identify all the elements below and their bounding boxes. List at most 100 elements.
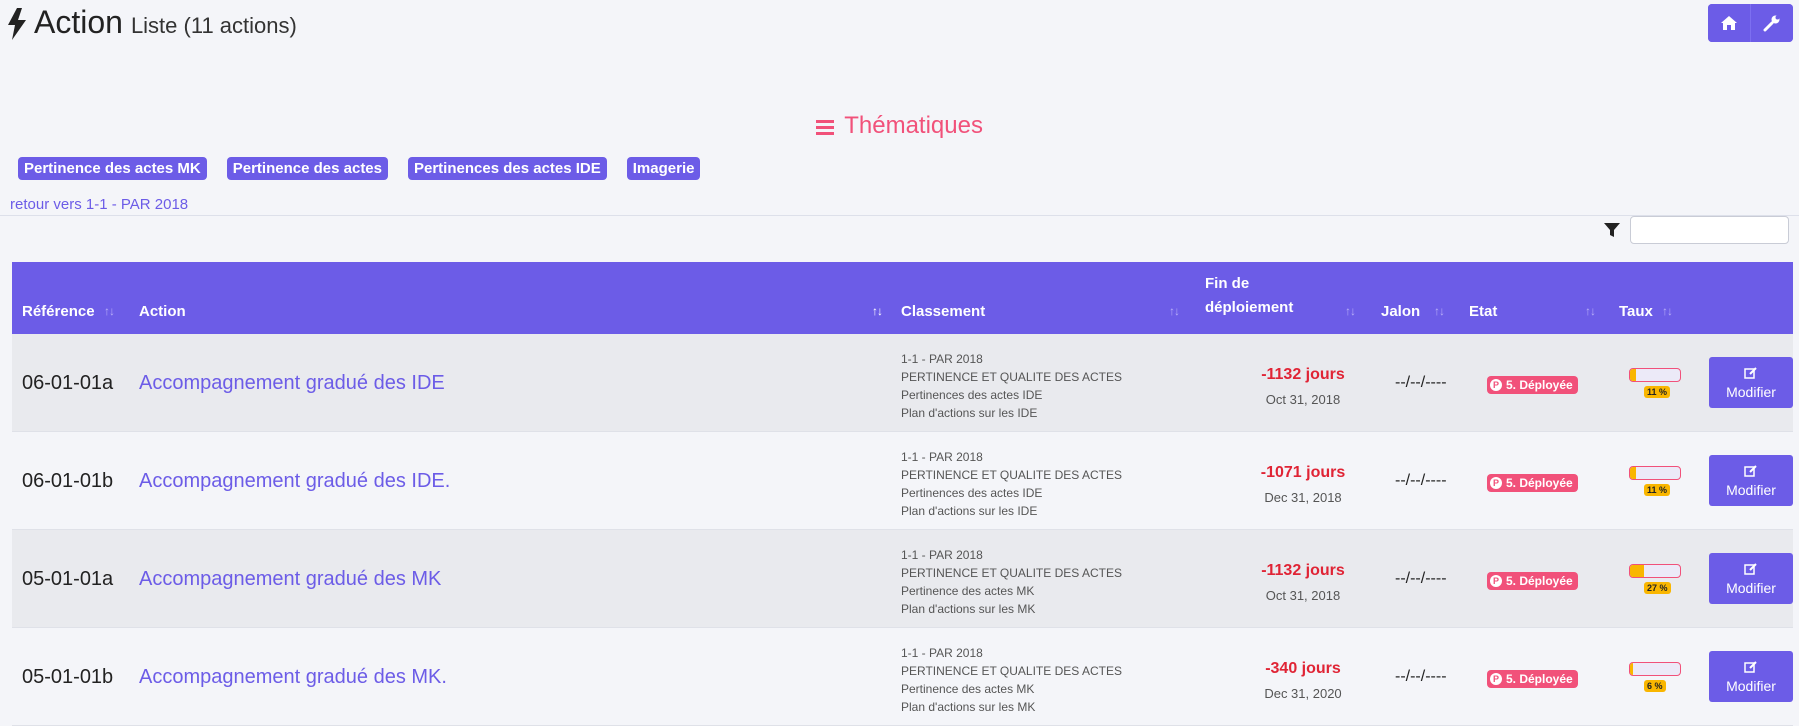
edit-icon: [1744, 464, 1757, 477]
home-icon: [1721, 16, 1737, 30]
edit-label: Modifier: [1726, 579, 1776, 596]
status-label: 5. Déployée: [1506, 672, 1573, 686]
row-reference: 05-01-01a: [22, 568, 114, 590]
table-row: 06-01-01a Accompagnement gradué des IDE …: [12, 334, 1793, 432]
row-reference: 05-01-01b: [22, 666, 114, 688]
edit-icon: [1744, 366, 1757, 379]
edit-button[interactable]: Modifier: [1709, 357, 1793, 408]
page-title: Action: [34, 4, 123, 40]
col-reference[interactable]: Référence: [22, 303, 95, 320]
status-badge: P 5. Déployée: [1487, 670, 1578, 688]
edit-button[interactable]: Modifier: [1709, 455, 1793, 506]
tag-pertinence-actes[interactable]: Pertinence des actes: [226, 157, 388, 180]
classement-line: PERTINENCE ET QUALITE DES ACTES: [901, 566, 1122, 580]
row-end-date: Oct 31, 2018: [1265, 392, 1341, 407]
home-button[interactable]: [1708, 4, 1750, 42]
page-subtitle: Liste (11 actions): [130, 13, 297, 38]
row-classement: 1-1 - PAR 2018 PERTINENCE ET QUALITE DES…: [901, 546, 1122, 618]
settings-button[interactable]: [1750, 4, 1793, 42]
top-toolbar: [1708, 4, 1793, 42]
status-icon: P: [1490, 379, 1502, 391]
status-icon: P: [1490, 673, 1502, 685]
status-badge: P 5. Déployée: [1487, 376, 1578, 394]
status-icon: P: [1490, 575, 1502, 587]
table-row: 05-01-01a Accompagnement gradué des MK 1…: [12, 530, 1793, 628]
classement-line: Pertinence des actes MK: [901, 682, 1035, 696]
status-badge: P 5. Déployée: [1487, 474, 1578, 492]
table-row: 06-01-01b Accompagnement gradué des IDE.…: [12, 432, 1793, 530]
progress-label: 6 %: [1644, 680, 1666, 692]
edit-icon: [1744, 562, 1757, 575]
col-taux[interactable]: Taux: [1619, 303, 1653, 320]
row-days-remaining: -340 jours: [1265, 660, 1341, 677]
row-end-date: Oct 31, 2018: [1265, 588, 1341, 603]
tag-imagerie[interactable]: Imagerie: [626, 157, 701, 180]
edit-label: Modifier: [1726, 481, 1776, 498]
table-header: Référence ↑↓ Action ↑↓ Classement ↑↓ Fin…: [12, 262, 1793, 334]
edit-button[interactable]: Modifier: [1709, 651, 1793, 702]
tag-pertinence-actes-mk[interactable]: Pertinence des actes MK: [18, 157, 207, 180]
row-jalon: --/--/----: [1395, 472, 1447, 489]
sort-icon[interactable]: ↑↓: [1345, 304, 1356, 318]
progress-fill: [1630, 467, 1636, 479]
filter-icon: [1604, 223, 1620, 237]
classement-line: 1-1 - PAR 2018: [901, 450, 983, 464]
status-label: 5. Déployée: [1506, 476, 1573, 490]
classement-line: Plan d'actions sur les IDE: [901, 406, 1038, 420]
row-action-link[interactable]: Accompagnement gradué des MK: [139, 568, 441, 591]
row-reference: 06-01-01a: [22, 372, 114, 394]
row-classement: 1-1 - PAR 2018 PERTINENCE ET QUALITE DES…: [901, 448, 1122, 520]
thematiques-title: Thématiques: [844, 112, 983, 139]
progress-bar: [1629, 564, 1681, 578]
sort-icon[interactable]: ↑↓: [104, 304, 115, 318]
row-action-link[interactable]: Accompagnement gradué des MK.: [139, 666, 447, 689]
sort-icon[interactable]: ↑↓: [1585, 304, 1596, 318]
actions-table: Référence ↑↓ Action ↑↓ Classement ↑↓ Fin…: [12, 262, 1793, 726]
progress-fill: [1630, 565, 1644, 577]
classement-line: 1-1 - PAR 2018: [901, 646, 983, 660]
row-action-link[interactable]: Accompagnement gradué des IDE: [139, 372, 445, 395]
wrench-icon: [1763, 15, 1780, 32]
row-end-date: Dec 31, 2018: [1264, 490, 1342, 505]
col-fin-deploiement[interactable]: Fin de déploiement: [1205, 272, 1293, 320]
thematiques-heading: Thématiques: [0, 112, 1799, 140]
col-jalon[interactable]: Jalon: [1381, 303, 1420, 320]
row-action-link[interactable]: Accompagnement gradué des IDE.: [139, 470, 450, 493]
sort-icon[interactable]: ↑↓: [1662, 304, 1673, 318]
sort-asc-icon[interactable]: ↑↓: [872, 304, 883, 318]
row-days-remaining: -1132 jours: [1261, 366, 1345, 383]
edit-icon: [1744, 660, 1757, 673]
sort-icon[interactable]: ↑↓: [1169, 304, 1180, 318]
col-fin-line2: déploiement: [1205, 299, 1294, 316]
back-link[interactable]: retour vers 1-1 - PAR 2018: [10, 196, 188, 213]
row-classement: 1-1 - PAR 2018 PERTINENCE ET QUALITE DES…: [901, 350, 1122, 422]
classement-line: Plan d'actions sur les MK: [901, 700, 1036, 714]
table-row: 05-01-01b Accompagnement gradué des MK. …: [12, 628, 1793, 726]
edit-button[interactable]: Modifier: [1709, 553, 1793, 604]
search-input[interactable]: [1630, 216, 1789, 244]
divider: [0, 215, 1799, 216]
progress-bar: [1629, 368, 1681, 382]
col-etat[interactable]: Etat: [1469, 303, 1497, 320]
tag-pertinences-actes-ide[interactable]: Pertinences des actes IDE: [408, 157, 607, 180]
progress-label: 11 %: [1644, 386, 1671, 398]
classement-line: Pertinence des actes MK: [901, 584, 1035, 598]
page-header: Action Liste (11 actions): [8, 4, 297, 44]
row-jalon: --/--/----: [1395, 374, 1447, 391]
classement-line: Plan d'actions sur les MK: [901, 602, 1036, 616]
list-icon: [816, 119, 834, 135]
edit-label: Modifier: [1726, 677, 1776, 694]
bolt-icon: [8, 8, 26, 40]
classement-line: 1-1 - PAR 2018: [901, 352, 983, 366]
col-action[interactable]: Action: [139, 303, 186, 320]
progress-fill: [1630, 369, 1636, 381]
status-label: 5. Déployée: [1506, 574, 1573, 588]
row-reference: 06-01-01b: [22, 470, 114, 492]
row-classement: 1-1 - PAR 2018 PERTINENCE ET QUALITE DES…: [901, 644, 1122, 716]
sort-icon[interactable]: ↑↓: [1434, 304, 1445, 318]
col-classement[interactable]: Classement: [901, 303, 985, 320]
status-badge: P 5. Déployée: [1487, 572, 1578, 590]
progress-fill: [1630, 663, 1633, 675]
classement-line: Pertinences des actes IDE: [901, 388, 1043, 402]
row-jalon: --/--/----: [1395, 570, 1447, 587]
